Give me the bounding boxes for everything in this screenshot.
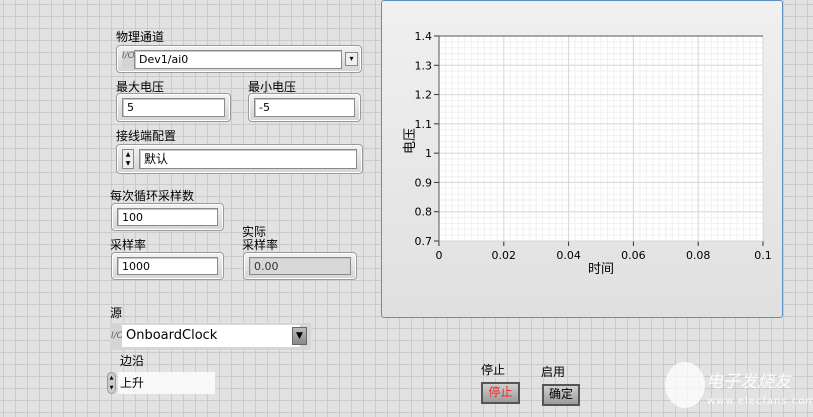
actual-sample-rate-label-2: 采样率 (242, 238, 279, 252)
x-tick-label: 0.1 (754, 249, 772, 262)
terminal-config-input[interactable]: 默认 (139, 149, 357, 169)
terminal-config-frame: ▲ ▼ 默认 (116, 144, 363, 174)
increment-decrement-icon[interactable]: ▲ ▼ (107, 372, 116, 394)
increment-decrement-icon[interactable]: ▲ ▼ (122, 149, 134, 169)
dropdown-arrow-icon[interactable]: ▾ (345, 52, 358, 66)
x-tick-label: 0.06 (621, 249, 646, 262)
x-tick-label: 0.08 (686, 249, 711, 262)
physical-channel-input[interactable]: Dev1/ai0 (134, 50, 342, 69)
enable-button[interactable]: 确定 (542, 384, 580, 406)
y-tick-label: 1 (425, 147, 432, 160)
y-tick-label: 1.3 (415, 59, 433, 72)
sample-rate-frame: 1000 (111, 252, 224, 280)
source-label: 源 (110, 306, 123, 320)
actual-sample-rate-frame: 0.00 (243, 252, 357, 280)
sample-rate-input[interactable]: 1000 (117, 257, 218, 275)
y-tick-label: 1.2 (415, 89, 433, 102)
samples-per-loop-label: 每次循环采样数 (110, 189, 195, 203)
watermark-url: www.elecfans.com (707, 396, 813, 407)
y-tick-label: 0.9 (415, 176, 433, 189)
y-tick-label: 0.8 (415, 206, 433, 219)
max-voltage-label: 最大电压 (116, 80, 165, 94)
stop-button[interactable]: 停止 (481, 382, 520, 404)
watermark-text: 电子发烧友 (706, 372, 791, 392)
waveform-graph[interactable]: 0 0.02 0.04 0.06 0.08 0.1 1.4 1.3 1.2 1.1 1 0.9 0.8 0… (381, 0, 783, 318)
stop-label: 停止 (481, 363, 506, 377)
actual-sample-rate-label-1: 实际 (242, 225, 267, 239)
source-input[interactable]: OnboardClock (122, 325, 300, 347)
min-voltage-frame: -5 (248, 93, 361, 122)
edge-input[interactable]: 上升 (118, 372, 215, 394)
edge-label: 边沿 (120, 354, 145, 368)
io-icon: I/O (111, 325, 124, 347)
physical-channel-control[interactable]: I/O Dev1/ai0 ▾ (116, 45, 362, 73)
io-icon: I/O (122, 51, 135, 68)
x-tick-label: 0.02 (492, 249, 517, 262)
y-tick-label: 0.7 (415, 235, 433, 248)
physical-channel-label: 物理通道 (116, 30, 165, 44)
enable-label: 启用 (541, 365, 566, 379)
x-axis-label: 时间 (588, 262, 615, 277)
x-tick-label: 0 (436, 249, 443, 262)
y-axis-label: 电压 (403, 128, 418, 155)
y-tick-label: 1.4 (415, 30, 433, 43)
actual-sample-rate-indicator: 0.00 (249, 257, 351, 275)
sample-rate-label: 采样率 (110, 238, 147, 252)
max-voltage-frame: 5 (116, 93, 231, 122)
max-voltage-input[interactable]: 5 (122, 98, 225, 117)
samples-per-loop-frame: 100 (111, 203, 224, 231)
terminal-config-label: 接线端配置 (116, 129, 177, 143)
x-tick-label: 0.04 (556, 249, 581, 262)
watermark-logo-icon (665, 362, 705, 408)
source-control[interactable]: I/O OnboardClock ▼ (110, 323, 311, 350)
min-voltage-input[interactable]: -5 (254, 98, 355, 117)
chart-svg: 0 0.02 0.04 0.06 0.08 0.11.41.31.21.110.90.80… (415, 30, 772, 262)
dropdown-arrow-icon[interactable]: ▼ (292, 327, 307, 345)
min-voltage-label: 最小电压 (248, 80, 297, 94)
samples-per-loop-input[interactable]: 100 (117, 208, 218, 226)
